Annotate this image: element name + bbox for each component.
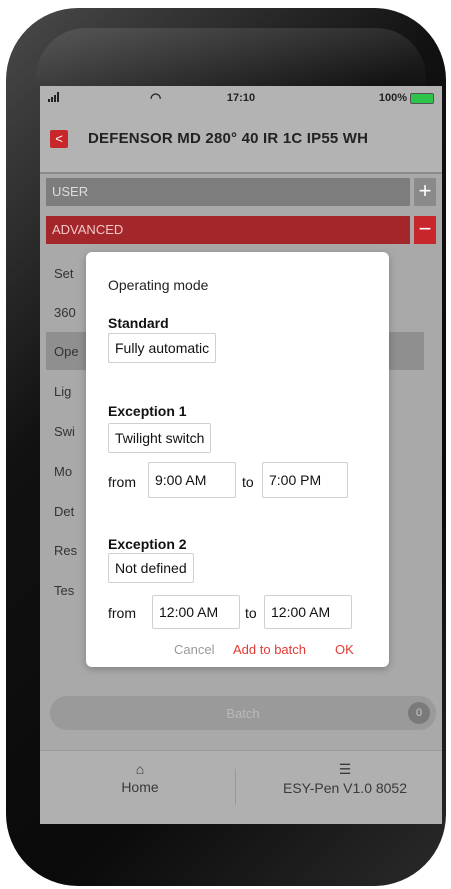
exception2-from-label: from	[108, 605, 136, 621]
section-user[interactable]: USER	[46, 178, 410, 206]
app-header: < DEFENSOR MD 280° 40 IR 1C IP55 WH	[40, 112, 442, 172]
cancel-button[interactable]: Cancel	[174, 642, 214, 657]
expand-user-button[interactable]: +	[414, 178, 436, 206]
sliders-icon: ☰	[338, 761, 352, 777]
list-item[interactable]: Swi	[54, 424, 75, 439]
list-item[interactable]: Tes	[54, 583, 74, 598]
tab-bar: ⌂ Home ☰ ESY-Pen V1.0 8052	[40, 750, 442, 824]
batch-count-badge: 0	[408, 702, 430, 724]
back-button[interactable]: <	[50, 130, 68, 148]
exception1-to-label: to	[242, 474, 254, 490]
tab-home-label: Home	[121, 779, 159, 795]
tab-divider	[235, 769, 236, 805]
standard-heading: Standard	[108, 315, 169, 331]
ok-button[interactable]: OK	[335, 642, 354, 657]
standard-mode-select[interactable]: Fully automatic	[108, 333, 217, 363]
exception1-heading: Exception 1	[108, 403, 187, 419]
tab-pen-label: ESY-Pen V1.0 8052	[282, 780, 408, 796]
exception2-from-time[interactable]: 12:00 AM	[152, 595, 240, 629]
section-advanced[interactable]: ADVANCED	[46, 216, 410, 244]
exception2-heading: Exception 2	[108, 536, 187, 552]
device-title: DEFENSOR MD 280° 40 IR 1C IP55 WH	[88, 130, 369, 147]
exception1-to-time[interactable]: 7:00 PM	[262, 462, 348, 498]
list-item[interactable]: Det	[54, 504, 74, 519]
status-bar: ◠ 17:10 100%	[40, 86, 442, 112]
home-icon: ⌂	[135, 761, 145, 777]
tab-esy-pen[interactable]: ☰ ESY-Pen V1.0 8052	[250, 761, 440, 796]
battery-icon	[410, 92, 434, 104]
exception1-mode-select[interactable]: Twilight switch	[108, 423, 212, 453]
exception2-to-time[interactable]: 12:00 AM	[264, 595, 352, 629]
add-to-batch-button[interactable]: Add to batch	[233, 642, 306, 657]
collapse-advanced-button[interactable]: −	[414, 216, 436, 244]
tab-home[interactable]: ⌂ Home	[100, 761, 180, 795]
batch-button[interactable]: Batch 0	[50, 696, 436, 730]
exception2-to-label: to	[245, 605, 257, 621]
dialog-title: Operating mode	[108, 277, 209, 293]
operating-mode-dialog: Operating mode Standard Fully automatic …	[86, 252, 389, 667]
header-divider	[40, 172, 442, 174]
list-item[interactable]: Mo	[54, 464, 72, 479]
list-item[interactable]: 360	[54, 305, 76, 320]
battery-percent: 100%	[378, 92, 407, 104]
list-item[interactable]: Lig	[54, 384, 71, 399]
list-item[interactable]: Res	[54, 543, 77, 558]
batch-label: Batch	[226, 706, 260, 721]
exception2-mode-select[interactable]: Not defined	[108, 553, 194, 583]
battery-indicator: 100%	[379, 92, 434, 104]
exception1-from-label: from	[108, 474, 136, 490]
list-item[interactable]: Set	[54, 266, 74, 281]
exception1-from-time[interactable]: 9:00 AM	[148, 462, 236, 498]
list-item-label: Ope	[54, 344, 79, 359]
phone-glare	[36, 28, 426, 88]
